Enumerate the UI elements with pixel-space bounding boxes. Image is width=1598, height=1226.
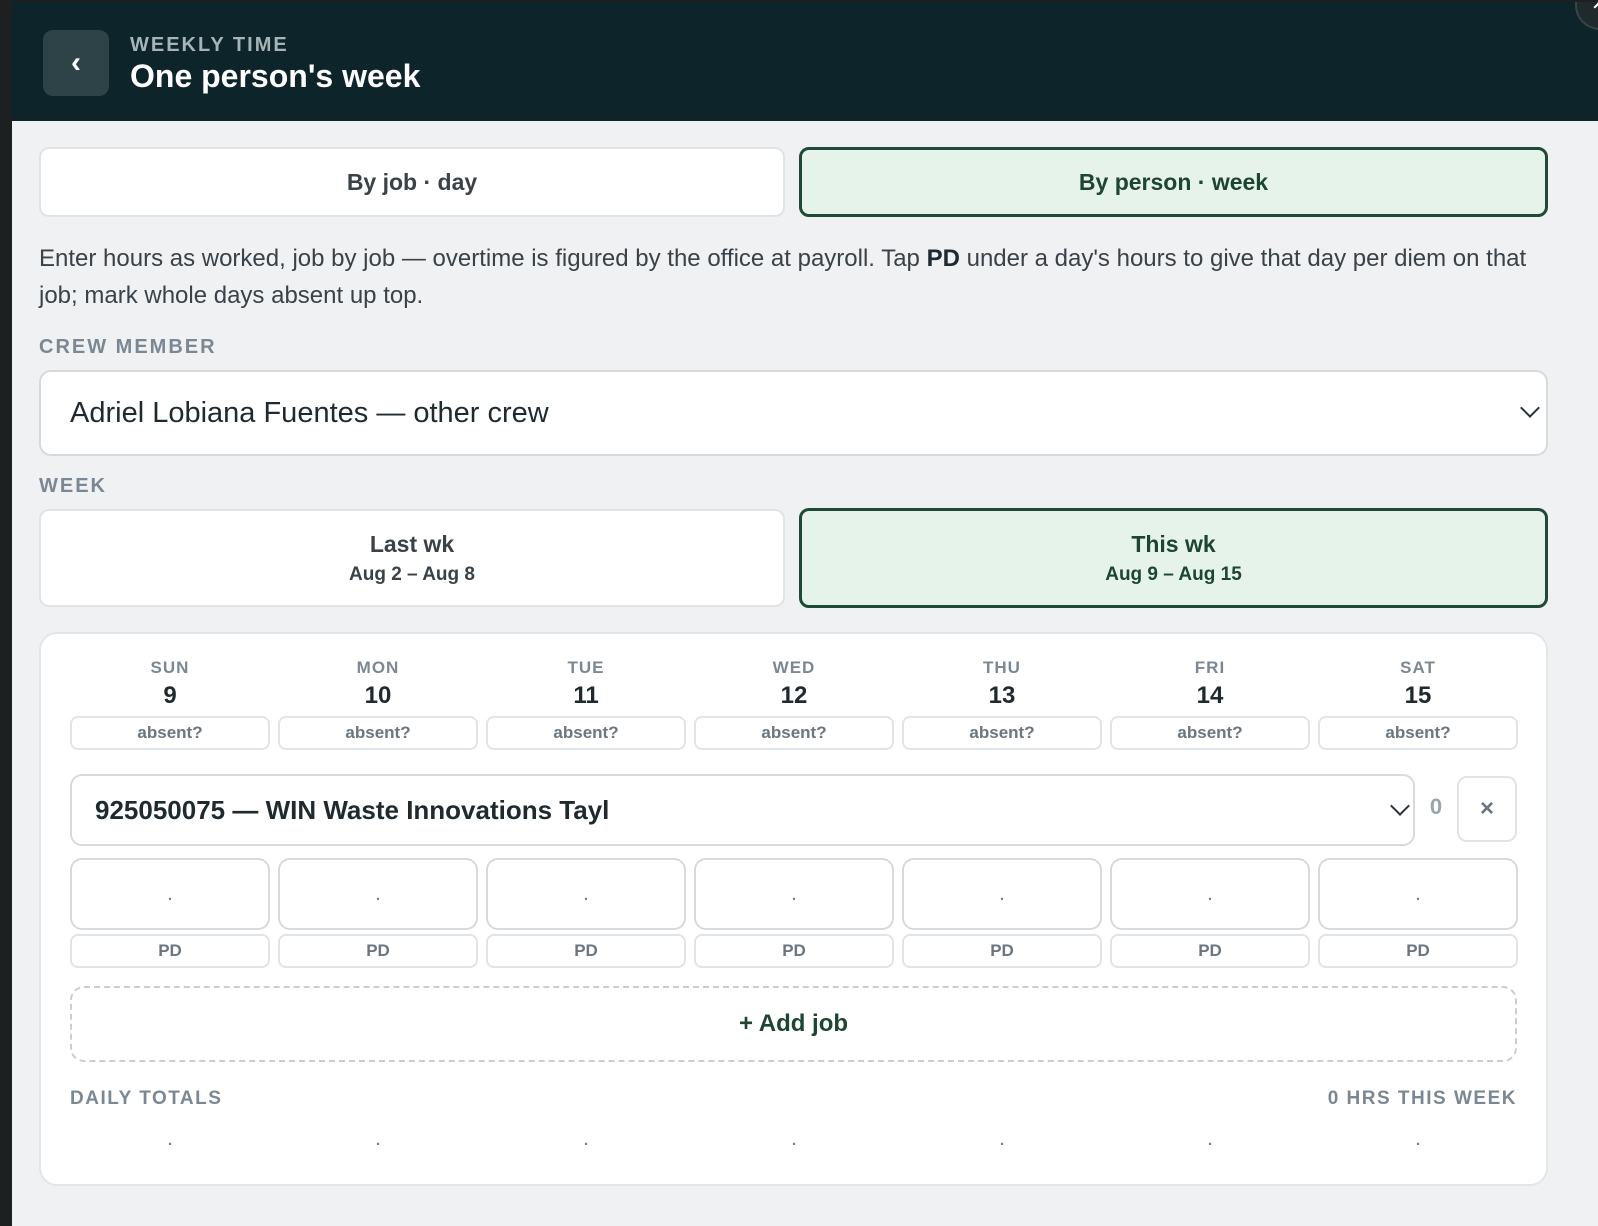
day-name-fri: FRI xyxy=(1194,658,1226,677)
job-select-value: 925050075 — WIN Waste Innovations Tayl xyxy=(95,794,610,825)
add-job-label: + Add job xyxy=(738,1010,849,1037)
page-title: One person's week xyxy=(130,58,421,94)
per-diem-toggle-wed[interactable]: PD xyxy=(694,934,894,968)
job-hours-total: 0 xyxy=(1429,794,1443,819)
absent-toggle-thu[interactable]: absent? xyxy=(902,716,1102,750)
per-diem-toggle-sun[interactable]: PD xyxy=(70,934,270,968)
modal-header: ‹ WEEKLY TIME One person's week xyxy=(12,2,1598,121)
week-this-label: This wk xyxy=(1131,530,1216,557)
daily-total-tue: . xyxy=(583,1128,589,1150)
day-name-wed: WED xyxy=(772,658,816,677)
day-number-sun: 9 xyxy=(163,682,177,709)
daily-totals-label: DAILY TOTALS xyxy=(70,1088,223,1109)
per-diem-toggle-sat[interactable]: PD xyxy=(1318,934,1518,968)
week-last-button[interactable]: Last wk Aug 2 – Aug 8 xyxy=(39,509,785,607)
day-number-wed: 12 xyxy=(780,682,808,709)
week-this-button[interactable]: This wk Aug 9 – Aug 15 xyxy=(799,508,1548,608)
day-name-sun: SUN xyxy=(150,658,190,677)
toggle-by-person-week-label: By person · week xyxy=(1078,168,1269,195)
instructions-before: Enter hours as worked, job by job — over… xyxy=(39,245,927,272)
toggle-by-job-day-label: By job · day xyxy=(346,168,478,195)
absent-toggle-fri[interactable]: absent? xyxy=(1110,716,1310,750)
daily-total-sun: . xyxy=(167,1128,173,1150)
instructions-pd: PD xyxy=(926,245,960,272)
day-number-fri: 14 xyxy=(1196,682,1224,709)
chevron-down-icon xyxy=(1520,398,1540,418)
toggle-by-person-week[interactable]: By person · week xyxy=(799,147,1548,217)
crew-member-select[interactable]: Adriel Lobiana Fuentes — other crew xyxy=(39,370,1548,456)
hours-input-tue[interactable]: . xyxy=(486,858,686,930)
close-icon: × xyxy=(1479,795,1494,822)
daily-total-fri: . xyxy=(1207,1128,1213,1150)
absent-toggle-sun[interactable]: absent? xyxy=(70,716,270,750)
absent-toggle-tue[interactable]: absent? xyxy=(486,716,686,750)
day-name-mon: MON xyxy=(356,658,400,677)
close-icon: ✕ xyxy=(1591,2,1598,14)
toggle-by-job-day[interactable]: By job · day xyxy=(39,147,785,217)
absent-toggle-wed[interactable]: absent? xyxy=(694,716,894,750)
day-number-mon: 10 xyxy=(364,682,392,709)
hours-input-wed[interactable]: . xyxy=(694,858,894,930)
day-name-thu: THU xyxy=(983,658,1021,677)
day-number-thu: 13 xyxy=(988,682,1016,709)
week-label: WEEK xyxy=(39,475,107,497)
chevron-down-icon xyxy=(1390,796,1410,816)
week-grid-card: SUN 9 absent? MON 10 absent? TUE 11 absent? WED 12… xyxy=(39,632,1548,1186)
hours-input-sun[interactable]: . xyxy=(70,858,270,930)
day-name-tue: TUE xyxy=(567,658,605,677)
absent-toggle-mon[interactable]: absent? xyxy=(278,716,478,750)
per-diem-toggle-tue[interactable]: PD xyxy=(486,934,686,968)
hours-input-thu[interactable]: . xyxy=(902,858,1102,930)
day-number-tue: 11 xyxy=(573,682,599,709)
day-name-sat: SAT xyxy=(1400,658,1436,677)
daily-total-wed: . xyxy=(791,1128,797,1150)
daily-total-thu: . xyxy=(999,1128,1005,1150)
absent-toggle-sat[interactable]: absent? xyxy=(1318,716,1518,750)
daily-total-sat: . xyxy=(1415,1128,1421,1150)
job-select[interactable]: 925050075 — WIN Waste Innovations Tayl xyxy=(70,774,1415,846)
remove-job-button[interactable]: × xyxy=(1457,776,1517,842)
day-number-sat: 15 xyxy=(1404,682,1432,709)
add-job-button[interactable]: + Add job xyxy=(70,986,1517,1062)
crew-member-label: CREW MEMBER xyxy=(39,336,217,358)
hours-input-mon[interactable]: . xyxy=(278,858,478,930)
per-diem-toggle-fri[interactable]: PD xyxy=(1110,934,1310,968)
instructions-text: Enter hours as worked, job by job — over… xyxy=(39,240,1539,314)
daily-total-mon: . xyxy=(375,1128,381,1150)
back-button[interactable]: ‹ xyxy=(43,30,109,96)
week-this-range: Aug 9 – Aug 15 xyxy=(1105,563,1242,585)
week-last-label: Last wk xyxy=(369,530,455,557)
chevron-left-icon: ‹ xyxy=(71,46,81,79)
weekly-time-modal: ‹ WEEKLY TIME One person's week By job ·… xyxy=(12,2,1598,1226)
per-diem-toggle-mon[interactable]: PD xyxy=(278,934,478,968)
week-hours-total: 0 HRS THIS WEEK xyxy=(1327,1088,1517,1109)
per-diem-toggle-thu[interactable]: PD xyxy=(902,934,1102,968)
week-last-range: Aug 2 – Aug 8 xyxy=(349,563,475,585)
hours-input-fri[interactable]: . xyxy=(1110,858,1310,930)
hours-input-sat[interactable]: . xyxy=(1318,858,1518,930)
header-eyebrow: WEEKLY TIME xyxy=(130,34,289,56)
crew-member-value: Adriel Lobiana Fuentes — other crew xyxy=(70,396,549,429)
